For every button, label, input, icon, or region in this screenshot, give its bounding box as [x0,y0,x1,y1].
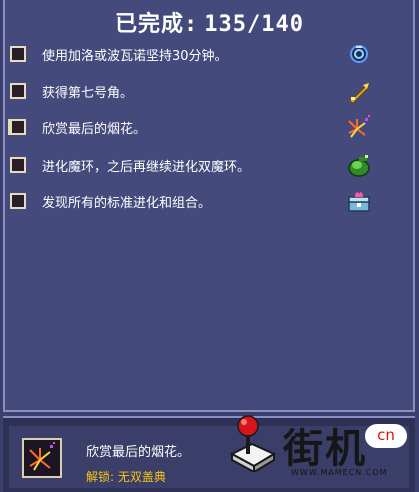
achievement-text: 使用加洛或波瓦诺坚持30分钟。 [42,49,228,64]
joystick-logo-icon [229,415,277,472]
unlock-value: 无双盖典 [117,470,166,484]
selected-achievement-icon-frame [22,438,62,478]
completion-header: 已完成: 135/140 [0,6,419,38]
completion-count: 135/140 [204,12,304,37]
ring-icon [350,45,368,63]
achievement-row[interactable]: 发现所有的标准进化和组合。 [10,189,410,217]
watermark-brand: 街机 [283,425,367,472]
unlock-label: 解锁: [86,470,115,484]
achievement-checkbox[interactable] [10,46,26,62]
firework-icon [348,115,370,138]
achievement-row[interactable]: 使用加洛或波瓦诺坚持30分钟。 [10,42,410,70]
achievement-row[interactable]: 获得第七号角。 [10,79,410,107]
achievement-row[interactable]: 进化魔环，之后再继续进化双魔环。 [10,153,410,181]
achievement-checkbox[interactable] [10,193,26,209]
achievement-checkbox[interactable] [8,119,26,135]
selected-achievement-description: 欣赏最后的烟花。 [86,445,191,460]
achievement-checkbox[interactable] [10,157,26,173]
achievement-text: 进化魔环，之后再继续进化双魔环。 [42,160,251,175]
firework-icon [29,442,55,471]
watermark-site: WWW.MAMECN.COM [291,468,388,477]
achievement-row-selected[interactable]: 欣赏最后的烟花。 [8,115,410,143]
achievement-text: 获得第七号角。 [42,86,134,101]
achievement-checkbox[interactable] [10,83,26,99]
site-watermark: 街机 cn WWW.MAMECN.COM [220,408,418,492]
achievement-text: 发现所有的标准进化和组合。 [42,196,212,211]
watermark-badge: cn [365,424,407,448]
chest-icon [348,192,370,212]
unlock-line: 解锁: 无双盖典 [86,468,166,485]
completion-label: 已完成: [115,12,199,37]
achievement-text: 欣赏最后的烟花。 [42,122,147,137]
green-orb-icon [348,155,370,177]
horn-icon [347,82,370,104]
